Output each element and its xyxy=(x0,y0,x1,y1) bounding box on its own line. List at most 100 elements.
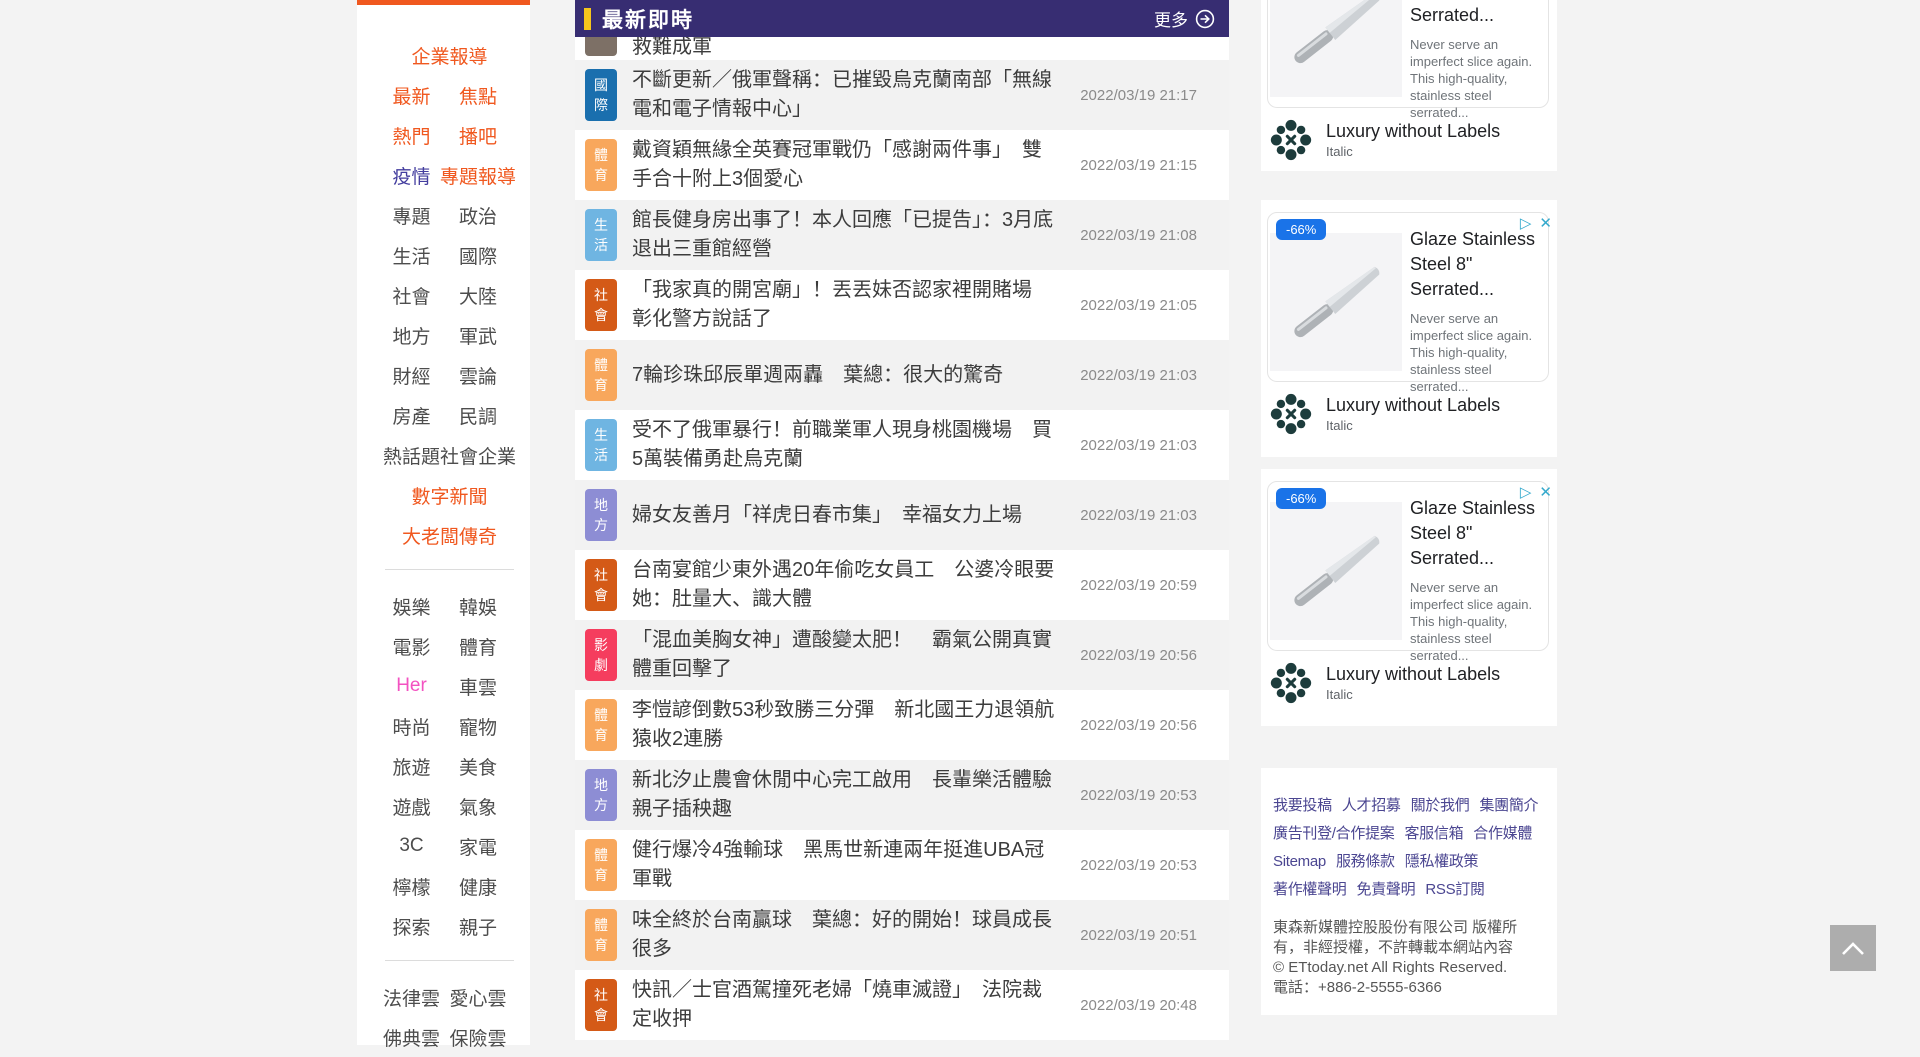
header-accent-bar xyxy=(584,8,591,30)
news-row[interactable]: 體育李愷諺倒數53秒致勝三分彈 新北國王力退領航猿收2連勝2022/03/19 … xyxy=(575,690,1229,760)
news-timestamp: 2022/03/19 20:51 xyxy=(1080,927,1197,944)
news-list: 國際不斷更新／俄軍聲稱：已摧毀烏克蘭南部「無線電和電子情報中心」2022/03/… xyxy=(575,60,1229,1040)
sidebar-link-熱話題[interactable]: 熱話題 xyxy=(383,435,440,475)
sidebar-link-民調[interactable]: 民調 xyxy=(440,395,516,435)
sidebar-link-政治[interactable]: 政治 xyxy=(440,195,516,235)
footer-link-人才招募[interactable]: 人才招募 xyxy=(1342,792,1401,820)
news-timestamp: 2022/03/19 21:03 xyxy=(1080,437,1197,454)
advertiser-subtitle: Italic xyxy=(1326,418,1500,433)
sidebar-link-親子[interactable]: 親子 xyxy=(440,906,516,946)
category-badge-地方: 地方 xyxy=(585,489,617,541)
footer-link-免責聲明[interactable]: 免責聲明 xyxy=(1357,876,1416,904)
news-row[interactable]: 社會台南宴館少東外遇20年偷吃女員工 公婆冷眼要她：肚量大、識大體2022/03… xyxy=(575,550,1229,620)
sidebar-link-最新[interactable]: 最新 xyxy=(383,75,440,115)
sidebar-link-美食[interactable]: 美食 xyxy=(440,746,516,786)
ad-title: Glaze Stainless Steel 8" Serrated... xyxy=(1410,496,1542,571)
sidebar-link-播吧[interactable]: 播吧 xyxy=(440,115,516,155)
news-headline: 李愷諺倒數53秒致勝三分彈 新北國王力退領航猿收2連勝 xyxy=(617,696,1080,754)
sidebar-link-保險雲[interactable]: 保險雲 xyxy=(440,1017,516,1057)
sidebar-link-房產[interactable]: 房產 xyxy=(383,395,440,435)
sidebar-link-韓娛[interactable]: 韓娛 xyxy=(440,586,516,626)
sidebar-link-法律雲[interactable]: 法律雲 xyxy=(383,977,440,1017)
section-title: 最新即時 xyxy=(602,4,694,34)
footer-link-我要投稿[interactable]: 我要投稿 xyxy=(1273,792,1332,820)
ad-unit-1: ▷ ✕ -66% Glaze Stainless Steel 8" Serrat… xyxy=(1261,0,1557,171)
site-footer: 我要投稿人才招募關於我們集團簡介廣告刊登/合作提案客服信箱合作媒體 Sitemap… xyxy=(1261,768,1557,1015)
sidebar-link-大陸[interactable]: 大陸 xyxy=(440,275,516,315)
news-row[interactable]: 體育戴資穎無緣全英賽冠軍戰仍「感謝兩件事」 雙手合十附上3個愛心2022/03/… xyxy=(575,130,1229,200)
sidebar-link-電影[interactable]: 電影 xyxy=(383,626,440,666)
news-row[interactable]: 體育7輪珍珠邱辰單週兩轟 葉總：很大的驚奇2022/03/19 21:03 xyxy=(575,340,1229,410)
news-headline: 受不了俄軍暴行！前職業軍人現身桃園機場 買5萬裝備勇赴烏克蘭 xyxy=(617,416,1080,474)
sidebar-link-地方[interactable]: 地方 xyxy=(383,315,440,355)
sidebar-link-數字新聞[interactable]: 數字新聞 xyxy=(383,475,516,515)
footer-link-合作媒體[interactable]: 合作媒體 xyxy=(1473,820,1532,848)
news-row[interactable]: 地方婦女友善月「祥虎日春市集」 幸福女力上場2022/03/19 21:03 xyxy=(575,480,1229,550)
sidebar-link-健康[interactable]: 健康 xyxy=(440,866,516,906)
sidebar-link-旅遊[interactable]: 旅遊 xyxy=(383,746,440,786)
news-timestamp: 2022/03/19 21:03 xyxy=(1080,507,1197,524)
sidebar-link-檸檬[interactable]: 檸檬 xyxy=(383,866,440,906)
sidebar-link-娛樂[interactable]: 娛樂 xyxy=(383,586,440,626)
sidebar-link-雲論[interactable]: 雲論 xyxy=(440,355,516,395)
sidebar-link-企業報導[interactable]: 企業報導 xyxy=(383,35,516,75)
footer-links: 我要投稿人才招募關於我們集團簡介廣告刊登/合作提案客服信箱合作媒體 Sitemap… xyxy=(1273,792,1545,904)
more-link[interactable]: 更多 xyxy=(1154,6,1215,31)
sidebar-link-國際[interactable]: 國際 xyxy=(440,235,516,275)
footer-link-關於我們[interactable]: 關於我們 xyxy=(1411,792,1470,820)
sidebar-link-遊戲[interactable]: 遊戲 xyxy=(383,786,440,826)
footer-link-廣告刊登/合作提案[interactable]: 廣告刊登/合作提案 xyxy=(1273,820,1394,848)
sidebar-link-Her[interactable]: Her xyxy=(383,666,440,706)
sidebar-link-生活[interactable]: 生活 xyxy=(383,235,440,275)
adchoices-icon[interactable]: ▷ xyxy=(1520,214,1532,232)
sidebar-link-3C[interactable]: 3C xyxy=(383,826,440,866)
copyright-text: 東森新媒體控股股份有限公司 版權所有，非經授權，不許轉載本網站內容 © ETto… xyxy=(1273,918,1545,998)
sidebar-link-寵物[interactable]: 寵物 xyxy=(440,706,516,746)
sidebar-link-愛心雲[interactable]: 愛心雲 xyxy=(440,977,516,1017)
footer-link-隱私權政策[interactable]: 隱私權政策 xyxy=(1405,848,1479,876)
sidebar-link-探索[interactable]: 探索 xyxy=(383,906,440,946)
sidebar-link-家電[interactable]: 家電 xyxy=(440,826,516,866)
sidebar-link-熱門[interactable]: 熱門 xyxy=(383,115,440,155)
advertiser-name: Luxury without Labels xyxy=(1326,121,1500,142)
ad-close-icon[interactable]: ✕ xyxy=(1539,214,1552,232)
sidebar-link-體育[interactable]: 體育 xyxy=(440,626,516,666)
sidebar-link-焦點[interactable]: 焦點 xyxy=(440,75,516,115)
news-row[interactable]: 生活受不了俄軍暴行！前職業軍人現身桃園機場 買5萬裝備勇赴烏克蘭2022/03/… xyxy=(575,410,1229,480)
sidebar-link-專題報導[interactable]: 專題報導 xyxy=(440,155,516,195)
copyright-line: 電話：+886-2-5555-6366 xyxy=(1273,978,1545,998)
sidebar-link-時尚[interactable]: 時尚 xyxy=(383,706,440,746)
news-row[interactable]: 國際不斷更新／俄軍聲稱：已摧毀烏克蘭南部「無線電和電子情報中心」2022/03/… xyxy=(575,60,1229,130)
ad-close-icon[interactable]: ✕ xyxy=(1539,483,1552,501)
news-row[interactable]: 影劇「混血美胸女神」遭酸變太肥！ 霸氣公開真實體重回擊了2022/03/19 2… xyxy=(575,620,1229,690)
news-timestamp: 2022/03/19 20:56 xyxy=(1080,647,1197,664)
news-row[interactable]: 社會快訊／士官酒駕撞死老婦「燒車滅證」 法院裁定收押2022/03/19 20:… xyxy=(575,970,1229,1040)
footer-link-著作權聲明[interactable]: 著作權聲明 xyxy=(1273,876,1347,904)
news-row[interactable]: 地方新北汐止農會休閒中心完工啟用 長輩樂活體驗親子插秧趣2022/03/19 2… xyxy=(575,760,1229,830)
sidebar-link-財經[interactable]: 財經 xyxy=(383,355,440,395)
footer-link-客服信箱[interactable]: 客服信箱 xyxy=(1404,820,1463,848)
scroll-to-top-button[interactable] xyxy=(1830,925,1876,971)
sidebar-link-疫情[interactable]: 疫情 xyxy=(383,155,440,195)
news-row[interactable]: 體育健行爆冷4強輸球 黑馬世新連兩年挺進UBA冠軍戰2022/03/19 20:… xyxy=(575,830,1229,900)
ad-title: Glaze Stainless Steel 8" Serrated... xyxy=(1410,227,1542,302)
footer-link-RSS訂閱[interactable]: RSS訂閱 xyxy=(1425,876,1484,904)
news-row[interactable]: 體育味全終於台南贏球 葉總：好的開始！球員成長很多2022/03/19 20:5… xyxy=(575,900,1229,970)
sidebar-link-社會[interactable]: 社會 xyxy=(383,275,440,315)
sidebar-link-社會企業[interactable]: 社會企業 xyxy=(440,435,516,475)
news-row[interactable]: 社會「我家真的開宮廟」！丟丟妹否認家裡開賭場 彰化警方說話了2022/03/19… xyxy=(575,270,1229,340)
footer-link-集團簡介[interactable]: 集團簡介 xyxy=(1479,792,1538,820)
sidebar-link-氣象[interactable]: 氣象 xyxy=(440,786,516,826)
ad-card[interactable]: -66% Glaze Stainless Steel 8" Serrated..… xyxy=(1267,481,1549,651)
ad-card[interactable]: -66% Glaze Stainless Steel 8" Serrated..… xyxy=(1267,212,1549,382)
ad-card[interactable]: -66% Glaze Stainless Steel 8" Serrated..… xyxy=(1267,0,1549,108)
sidebar-link-軍武[interactable]: 軍武 xyxy=(440,315,516,355)
sidebar-link-大老闆傳奇[interactable]: 大老闆傳奇 xyxy=(383,515,516,555)
sidebar-link-佛典雲[interactable]: 佛典雲 xyxy=(383,1017,440,1057)
footer-link-服務條款[interactable]: 服務條款 xyxy=(1336,848,1395,876)
news-row[interactable]: 生活館長健身房出事了！本人回應「已提告」：3月底退出三重館經營2022/03/1… xyxy=(575,200,1229,270)
adchoices-icon[interactable]: ▷ xyxy=(1520,483,1532,501)
footer-link-Sitemap[interactable]: Sitemap xyxy=(1273,848,1326,876)
sidebar-link-車雲[interactable]: 車雲 xyxy=(440,666,516,706)
sidebar-link-專題[interactable]: 專題 xyxy=(383,195,440,235)
